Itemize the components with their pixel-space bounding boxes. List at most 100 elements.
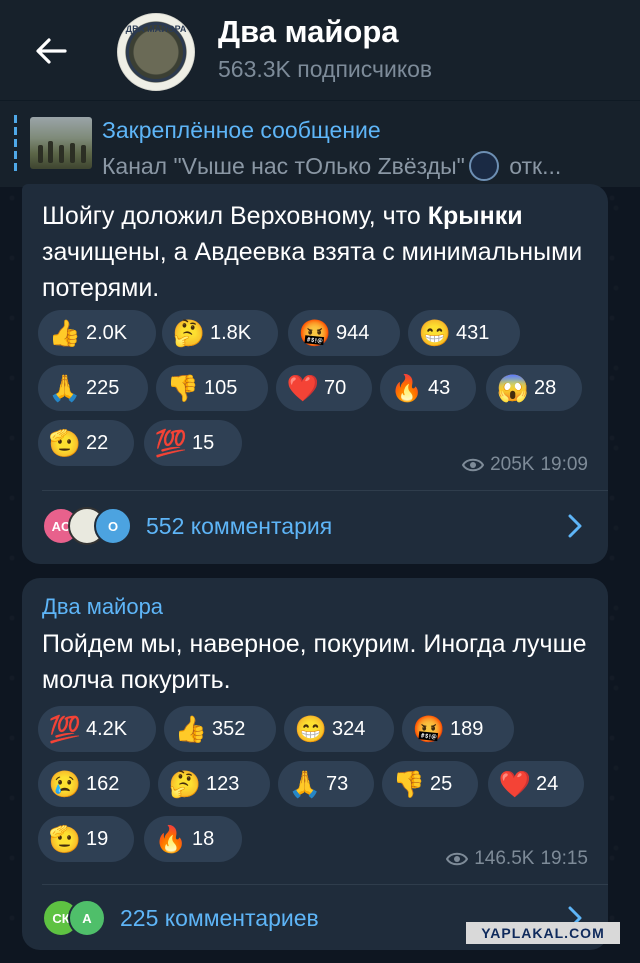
thinking-face-icon: 🤔 (172, 317, 206, 348)
reaction-count: 19 (86, 827, 109, 850)
message-time: 19:15 (540, 848, 588, 869)
message-meta: 146.5K 19:15 (446, 848, 588, 870)
message-bubble[interactable]: Два майора Пойдем мы, наверное, покурим.… (22, 578, 608, 950)
commenter-avatar: А (68, 899, 106, 937)
avatar-text: ДВА МАЙОРА (125, 24, 187, 34)
reaction-pray[interactable]: 🙏 73 (278, 761, 374, 807)
message-text-part: зачищены, а Авдеевка взята с минимальным… (42, 238, 583, 302)
divider (42, 490, 608, 491)
reaction-salute[interactable]: 🫡 22 (38, 420, 134, 466)
pinned-text: Канал "Vыше нас тОлько Zвёзды" отк... (102, 151, 561, 181)
fire-icon: 🔥 (154, 823, 188, 854)
reaction-heart[interactable]: ❤️ 24 (488, 761, 584, 807)
pinned-title: Закреплённое сообщение (102, 117, 381, 143)
thumbs-up-icon: 👍 (174, 713, 208, 744)
reaction-count: 22 (86, 431, 109, 454)
reaction-count: 162 (86, 772, 120, 795)
thumbs-down-icon: 👎 (392, 768, 426, 799)
pinned-indicator (14, 115, 17, 173)
reaction-salute[interactable]: 🫡 19 (38, 816, 134, 862)
chat-header: ДВА МАЙОРА Два майора 563.3K подписчиков (0, 0, 640, 100)
hundred-points-icon: 💯 (154, 427, 188, 458)
reaction-count: 15 (192, 431, 215, 454)
pinned-text-main: Канал "Vыше нас тОлько Zвёзды" (102, 153, 465, 179)
reaction-grin[interactable]: 😁 431 (408, 310, 520, 356)
watermark: YAPLAKAL.COM (466, 922, 620, 944)
thinking-face-icon: 🤔 (168, 768, 202, 799)
crying-face-icon: 😢 (48, 768, 82, 799)
reaction-count: 28 (534, 376, 557, 399)
reaction-count: 18 (192, 827, 215, 850)
message-text: Пойдем мы, наверное, покурим. Иногда луч… (42, 630, 587, 694)
reaction-count: 324 (332, 717, 366, 740)
message-author[interactable]: Два майора (42, 594, 163, 620)
reaction-cursing[interactable]: 🤬 944 (288, 310, 400, 356)
arrow-left-icon (36, 38, 67, 64)
pinned-thumbnail (30, 117, 92, 169)
view-count: 146.5K (474, 848, 535, 869)
eye-icon (462, 458, 485, 472)
reaction-count: 73 (326, 772, 349, 795)
reaction-count: 4.2K (86, 717, 128, 740)
thumbs-up-icon: 👍 (48, 317, 82, 348)
cursing-face-icon: 🤬 (412, 713, 446, 744)
reaction-count: 2.0K (86, 321, 128, 344)
reaction-count: 1.8K (210, 321, 252, 344)
comments-button[interactable]: AC O 552 комментария (42, 500, 588, 552)
chevron-right-icon (568, 514, 582, 538)
message-meta: 205K 19:09 (462, 454, 588, 476)
reaction-pray[interactable]: 🙏 225 (38, 365, 148, 411)
screaming-face-icon: 😱 (496, 372, 530, 403)
pinned-message-bar[interactable]: Закреплённое сообщение Канал "Vыше нас т… (0, 100, 640, 187)
reaction-count: 189 (450, 717, 484, 740)
reaction-fire[interactable]: 🔥 43 (380, 365, 476, 411)
reaction-count: 225 (86, 376, 120, 399)
back-button[interactable] (28, 28, 74, 74)
reaction-count: 70 (324, 376, 347, 399)
praying-hands-icon: 🙏 (288, 768, 322, 799)
reaction-count: 944 (336, 321, 370, 344)
reaction-thinking[interactable]: 🤔 123 (158, 761, 270, 807)
reaction-thumbs-down[interactable]: 👎 105 (156, 365, 268, 411)
reaction-fire[interactable]: 🔥 18 (144, 816, 242, 862)
reaction-scream[interactable]: 😱 28 (486, 365, 582, 411)
reaction-count: 25 (430, 772, 453, 795)
reaction-hundred[interactable]: 💯 15 (144, 420, 242, 466)
view-count: 205K (490, 454, 535, 475)
hundred-points-icon: 💯 (48, 713, 82, 744)
grinning-face-icon: 😁 (294, 713, 328, 744)
divider (42, 884, 608, 885)
comments-label: 225 комментариев (120, 904, 319, 931)
message-text-bold: Крынки (427, 202, 523, 230)
reaction-thinking[interactable]: 🤔 1.8K (162, 310, 278, 356)
channel-title[interactable]: Два майора (218, 14, 399, 50)
saluting-face-icon: 🫡 (48, 427, 82, 458)
message-bubble[interactable]: Шойгу доложил Верховному, что Крынки зач… (22, 184, 608, 564)
reaction-count: 105 (204, 376, 238, 399)
message-time: 19:09 (540, 454, 588, 475)
reaction-count: 43 (428, 376, 451, 399)
reaction-hundred[interactable]: 💯 4.2K (38, 706, 156, 752)
grinning-face-icon: 😁 (418, 317, 452, 348)
reaction-thumbs-up[interactable]: 👍 2.0K (38, 310, 156, 356)
reaction-thumbs-down[interactable]: 👎 25 (382, 761, 478, 807)
commenter-avatar: O (94, 507, 132, 545)
comments-label: 552 комментария (146, 512, 333, 539)
thumbs-down-icon: 👎 (166, 372, 200, 403)
reaction-count: 352 (212, 717, 246, 740)
message-text: Шойгу доложил Верховному, что Крынки зач… (42, 198, 592, 306)
reaction-count: 431 (456, 321, 490, 344)
pinned-text-tail: отк... (502, 153, 562, 179)
heart-icon: ❤️ (498, 768, 532, 799)
reaction-cursing[interactable]: 🤬 189 (402, 706, 514, 752)
fire-icon: 🔥 (390, 372, 424, 403)
reaction-grin[interactable]: 😁 324 (284, 706, 394, 752)
eye-icon (446, 852, 469, 866)
emblem-icon (468, 151, 499, 181)
reaction-count: 24 (536, 772, 559, 795)
channel-avatar[interactable]: ДВА МАЙОРА (117, 13, 195, 91)
cursing-face-icon: 🤬 (298, 317, 332, 348)
reaction-thumbs-up[interactable]: 👍 352 (164, 706, 276, 752)
reaction-heart[interactable]: ❤️ 70 (276, 365, 372, 411)
reaction-cry[interactable]: 😢 162 (38, 761, 150, 807)
